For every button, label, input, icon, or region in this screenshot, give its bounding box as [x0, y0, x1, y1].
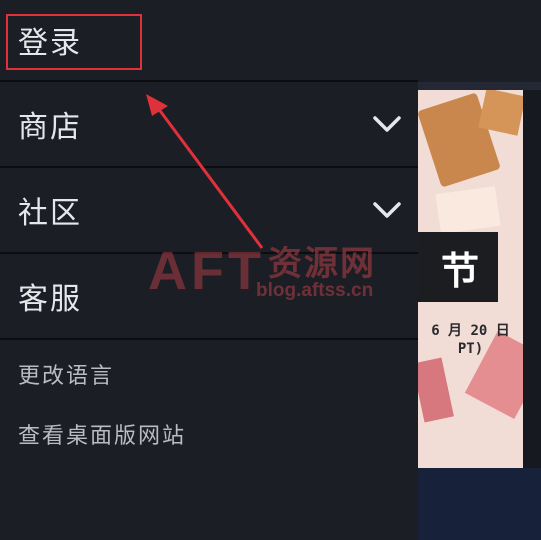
menu-item-login[interactable]: 登录 — [0, 0, 418, 82]
menu-item-support[interactable]: 客服 — [0, 254, 418, 340]
background-header — [418, 0, 541, 82]
banner-decoration — [478, 90, 523, 136]
promo-banner[interactable]: 节 6 月 20 日 PT) — [418, 90, 523, 468]
community-label: 社区 — [18, 196, 82, 231]
background-band — [418, 82, 541, 90]
support-label: 客服 — [18, 282, 82, 317]
menu-item-store[interactable]: 商店 — [0, 82, 418, 168]
chevron-down-icon[interactable] — [372, 198, 402, 222]
change-language-link[interactable]: 更改语言 — [18, 358, 114, 390]
banner-decoration — [418, 357, 454, 423]
login-label: 登录 — [18, 26, 82, 61]
chevron-down-icon[interactable] — [372, 112, 402, 136]
banner-date-sub: PT) — [457, 341, 484, 357]
background-footer — [418, 468, 541, 540]
banner-decoration — [435, 186, 501, 234]
desktop-site-link[interactable]: 查看桌面版网站 — [18, 418, 186, 450]
banner-date: 6 月 20 日 PT) — [418, 322, 523, 358]
background-edge — [523, 90, 541, 468]
store-label: 商店 — [18, 110, 82, 145]
menu-item-community[interactable]: 社区 — [0, 168, 418, 254]
banner-title: 节 — [418, 232, 498, 302]
banner-date-text: 6 月 20 日 — [431, 323, 510, 339]
side-menu: 登录 商店 社区 客服 更改语言 查看桌面版网站 — [0, 0, 418, 540]
